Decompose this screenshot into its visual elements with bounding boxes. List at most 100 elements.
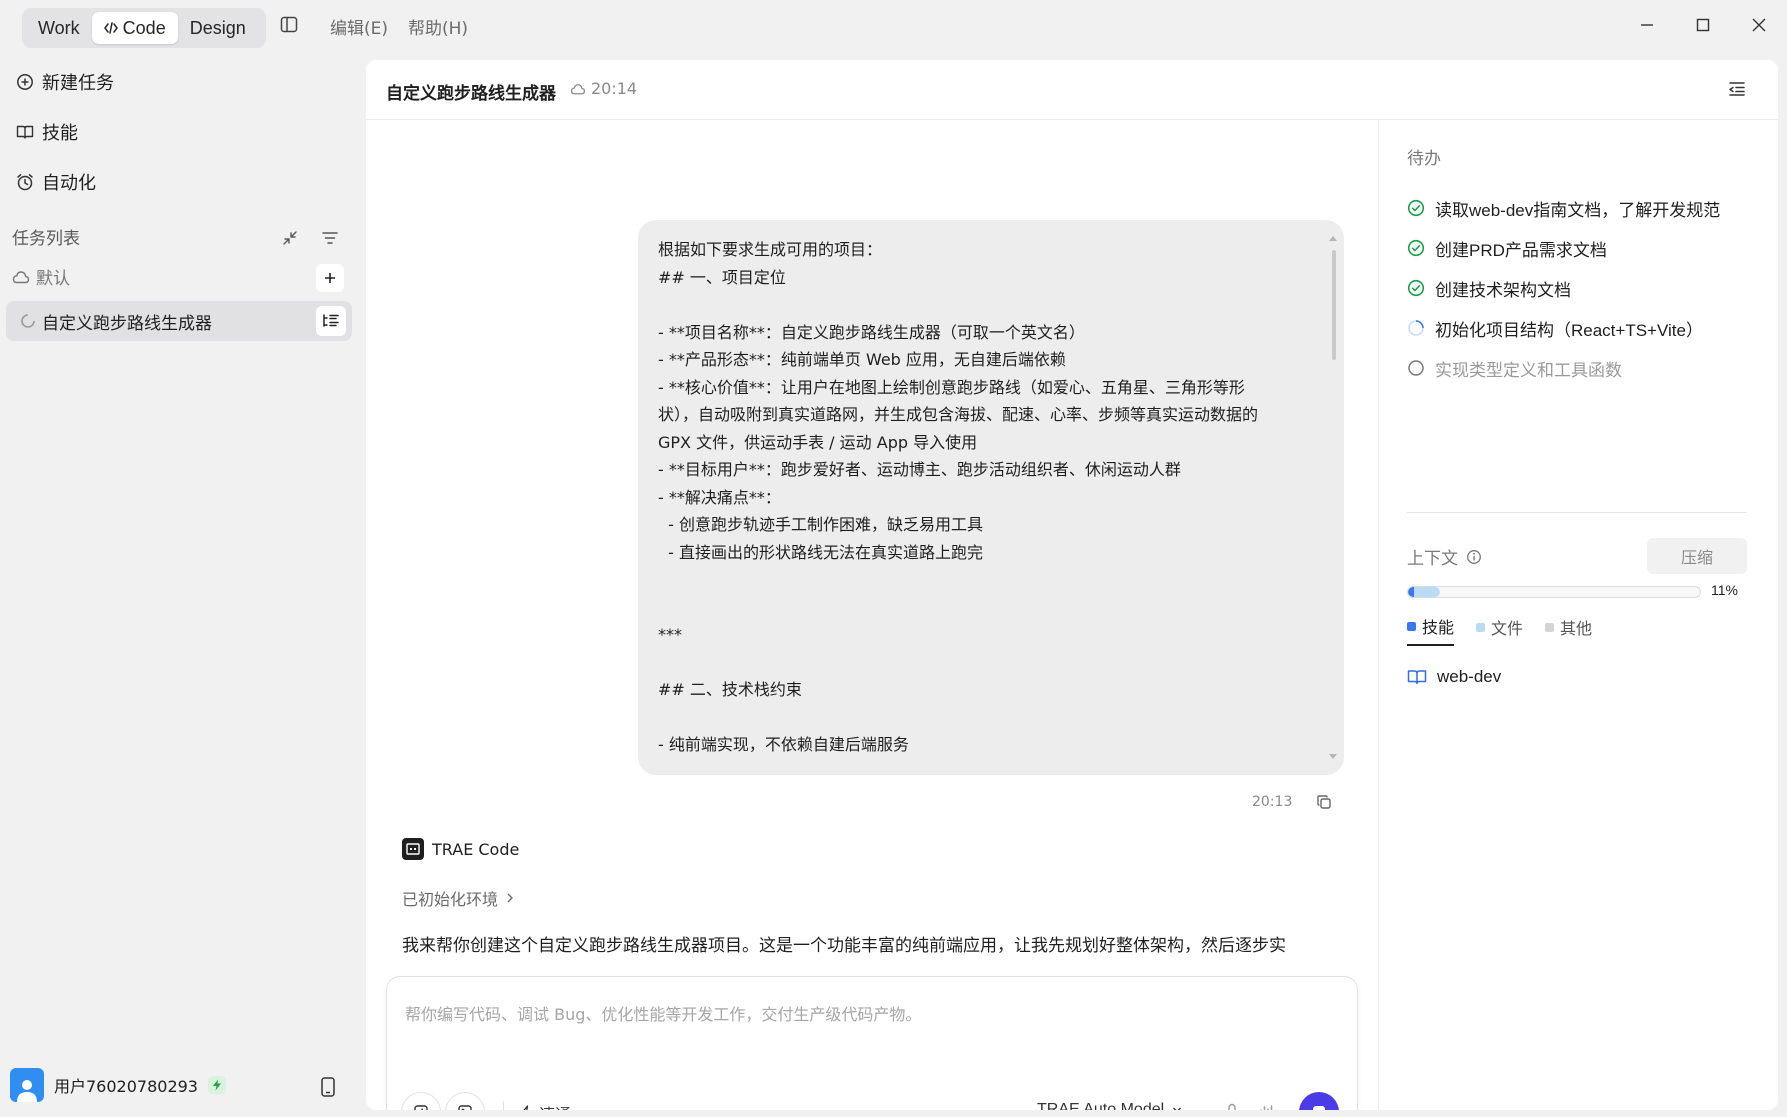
image-upload-button[interactable] [445,1092,485,1110]
model-select[interactable]: TRAE Auto Model [1037,1101,1182,1110]
todo-item[interactable]: 读取web-dev指南文档，了解开发规范 [1407,188,1747,228]
user-message-bubble[interactable]: 根据如下要求生成可用的项目： ## 一、项目定位 - **项目名称**：自定义跑步路… [638,220,1344,775]
todo-title: 待办 [1407,149,1441,169]
bolt-icon [207,1076,226,1094]
scrollbar-thumb[interactable] [1332,250,1336,360]
close-icon[interactable] [1748,14,1770,36]
microphone-icon[interactable] [1222,1102,1242,1110]
env-status-toggle[interactable]: 已初始化环境 [402,886,514,910]
menu-edit[interactable]: 编辑(E) [330,14,388,39]
message-line: - **项目名称**：自定义跑步路线生成器（可取一个英文名） [658,322,1085,342]
save-time: 20:14 [591,79,638,98]
context-usage-fill [1408,587,1441,597]
sidebar-item-skills[interactable]: 技能 [12,112,78,152]
user-name: 用户76020780293 [54,1077,198,1096]
quick-mode-label: 速通 [539,1101,571,1110]
compress-button[interactable]: 压缩 [1647,538,1747,574]
trae-logo-icon [402,838,424,860]
new-task-icon [16,73,34,91]
sidebar-toggle-icon[interactable] [280,16,302,36]
alarm-clock-icon [16,173,34,191]
sidebar-item-label: 新建任务 [42,73,114,94]
context-tab-label: 技能 [1422,618,1455,637]
sidebar-item-automation[interactable]: 自动化 [12,162,96,202]
add-task-button[interactable] [316,264,344,292]
sidebar: 新建任务 技能 自动化 任务列表 默认 自定义跑步路线生成器 用户7602078… [0,52,366,1117]
context-title: 上下文 [1407,544,1482,569]
menu-help[interactable]: 帮助(H) [408,14,468,39]
scroll-up-arrow[interactable] [1329,236,1337,241]
scroll-down-arrow[interactable] [1329,754,1337,759]
copy-icon[interactable] [1316,794,1334,812]
prompt-input[interactable] [405,999,1335,1029]
divider [1407,512,1747,513]
todo-item-label: 初始化项目结构（React+TS+Vite） [1435,320,1703,340]
check-circle-icon [1407,239,1425,257]
todo-item[interactable]: 实现类型定义和工具函数 [1407,348,1747,386]
message-line: - **核心价值**：让用户在地图上绘制创意跑步路线（如爱心、五角星、三角形等形 [658,377,1245,397]
todo-item[interactable]: 初始化项目结构（React+TS+Vite） [1407,308,1747,348]
plus-icon [324,272,336,284]
message-line [658,594,1318,622]
book-open-icon [1407,668,1427,686]
mode-work-label: Work [38,17,80,38]
filter-icon[interactable] [318,226,342,250]
message-line: ## 二、技术栈约束 [658,680,802,699]
voice-wave-icon[interactable] [1257,1102,1277,1110]
phone-icon[interactable] [320,1077,340,1099]
context-tabs: 技能 文件 其他 [1407,614,1592,646]
message-line: - **产品形态**：纯前端单页 Web 应用，无自建后端依赖 [658,350,1066,369]
user-profile[interactable]: 用户76020780293 [10,1068,226,1102]
context-tab[interactable]: 文件 [1476,614,1523,646]
message-time: 20:13 [1252,794,1293,810]
sidebar-item-label: 技能 [42,123,78,144]
check-circle-icon [1407,279,1425,297]
message-line [658,649,1318,677]
skill-item-web-dev[interactable]: web-dev [1407,667,1501,687]
chevron-down-icon [1172,1106,1182,1110]
main-header: 自定义跑步路线生成器 20:14 [366,60,1778,120]
model-label: TRAE Auto Model [1037,1101,1165,1110]
message-line: - 直接画出的形状路线无法在真实道路上跑完 [658,542,984,562]
todo-item-label: 读取web-dev指南文档，了解开发规范 [1435,200,1721,220]
mode-code-button[interactable]: Code [91,12,178,44]
main-panel: 自定义跑步路线生成器 20:14 根据如下要求生成可用的项目： ## 一、项目定位… [366,60,1778,1110]
skill-label: web-dev [1437,667,1502,686]
todo-item[interactable]: 创建技术架构文档 [1407,268,1747,308]
empty-circle-icon [1407,359,1425,377]
bolt-icon [519,1105,533,1110]
quick-mode-button[interactable]: 速通 [519,1101,571,1110]
chat-area: 根据如下要求生成可用的项目： ## 一、项目定位 - **项目名称**：自定义跑步路… [366,120,1378,1110]
stop-generation-button[interactable] [1299,1092,1339,1110]
legend-dot-icon [1545,622,1555,632]
message-line: - **解决痛点**： [658,487,781,507]
context-usage-percent: 11% [1711,582,1738,598]
collapse-icon[interactable] [278,226,302,250]
task-item-running-route[interactable]: 自定义跑步路线生成器 [6,301,352,341]
info-icon[interactable] [1466,549,1482,565]
mode-work-button[interactable]: Work [26,12,92,44]
progress-circle-icon [1407,319,1425,337]
sidebar-item-new-task[interactable]: 新建任务 [12,62,114,102]
mode-design-button[interactable]: Design [178,12,258,44]
message-line: - **目标用户**：跑步爱好者、运动博主、跑步活动组织者、休闲运动人群 [658,460,1181,479]
group-default[interactable]: 默认 [12,264,70,289]
todo-item-label: 创建技术架构文档 [1435,280,1571,300]
context-tab[interactable]: 其他 [1545,614,1592,646]
save-status: 20:14 [570,79,637,98]
user-message-text: 根据如下要求生成可用的项目： ## 一、项目定位 - **项目名称**：自定义跑步路… [658,236,1318,759]
message-line: 根据如下要求生成可用的项目： [658,240,883,259]
minimize-icon[interactable] [1636,14,1658,36]
menu-bar: 编辑(E) 帮助(H) [330,14,468,39]
slash-command-button[interactable] [401,1092,441,1110]
list-tree-icon [322,313,340,329]
maximize-icon[interactable] [1692,14,1714,36]
context-tab[interactable]: 技能 [1407,614,1455,646]
todo-item[interactable]: 创建PRD产品需求文档 [1407,228,1747,268]
message-line [658,291,1318,319]
context-title-label: 上下文 [1407,549,1458,569]
task-details-button[interactable] [316,306,346,336]
right-panel-toggle-icon[interactable] [1728,80,1748,100]
loading-spinner-icon [20,313,36,329]
message-line: 状），自动吸附到真实道路网，并生成包含海拔、配速、心率、步频等真实运动数据的 [658,405,1259,424]
